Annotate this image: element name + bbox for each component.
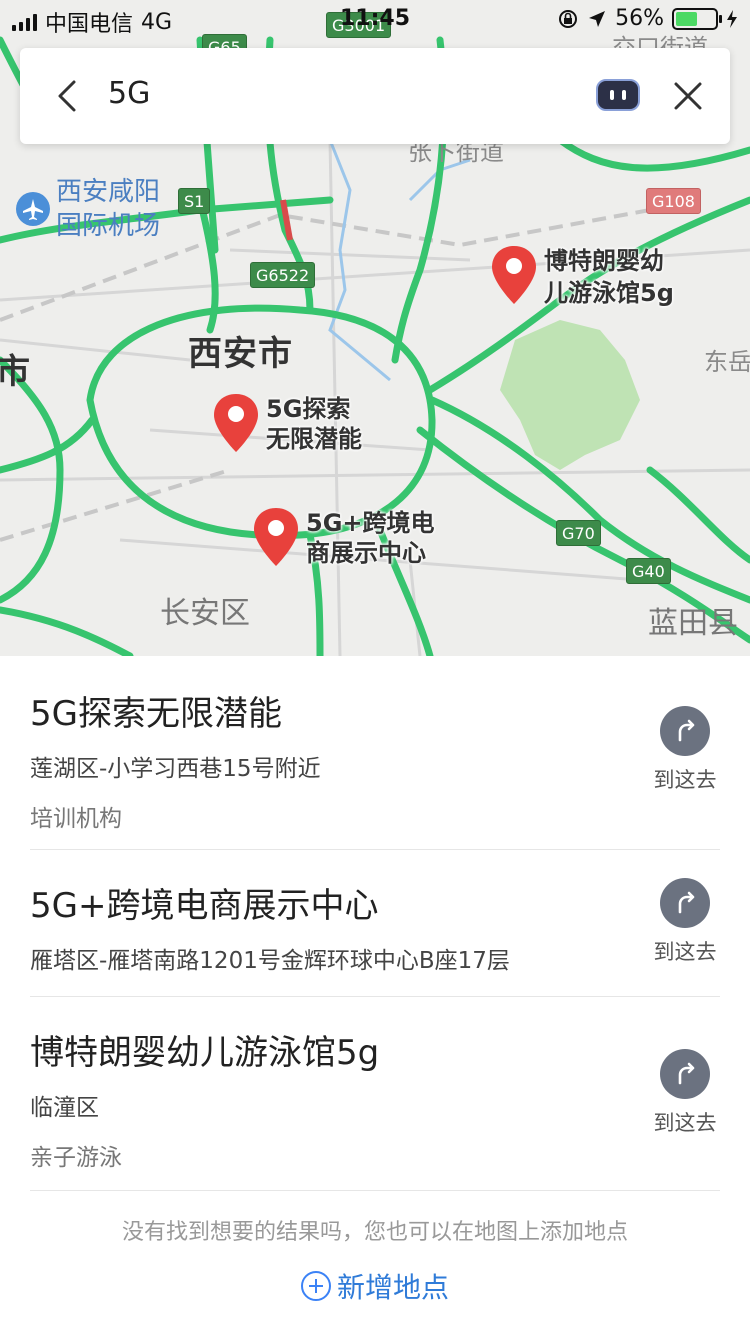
- city-label-partial: 市: [0, 352, 31, 392]
- route-arrow-icon: [660, 706, 710, 756]
- voice-assistant-icon[interactable]: [596, 79, 640, 111]
- battery-icon: [672, 7, 722, 30]
- navigate-label: 到这去: [653, 940, 717, 964]
- add-place-button[interactable]: 新增地点: [0, 1266, 750, 1306]
- result-category: 亲子游泳: [30, 1145, 122, 1171]
- navigate-button[interactable]: 到这去: [652, 706, 718, 794]
- navigate-button[interactable]: 到这去: [652, 1049, 718, 1137]
- result-address: 雁塔区-雁塔南路1201号金辉环球中心B座17层: [30, 948, 510, 974]
- route-arrow-icon: [660, 1049, 710, 1099]
- road-shield-g108: G108: [646, 188, 701, 214]
- map-pin-icon: [254, 508, 298, 566]
- result-item[interactable]: 博特朗婴幼儿游泳馆5g 临潼区 亲子游泳 到这去: [30, 997, 720, 1191]
- charging-bolt-icon: [727, 9, 737, 28]
- navigate-button[interactable]: 到这去: [652, 878, 718, 966]
- airport-name-line2: 国际机场: [56, 211, 161, 241]
- road-shield-s1: S1: [178, 188, 211, 214]
- result-title: 5G+跨境电商展示中心: [30, 886, 379, 926]
- result-category: 培训机构: [30, 806, 122, 832]
- result-item[interactable]: 5G+跨境电商展示中心 雁塔区-雁塔南路1201号金辉环球中心B座17层 到这去: [30, 850, 720, 997]
- map-pin-icon: [214, 394, 258, 452]
- map-pin-label-line1: 博特朗婴幼: [544, 247, 664, 275]
- map-pin-label-line2: 儿游泳馆5g: [544, 279, 674, 307]
- city-label-xian: 西安市: [188, 334, 293, 374]
- map-label-east: 东岳: [704, 348, 750, 376]
- map-pin-label-line1: 5G探索: [266, 395, 351, 423]
- back-arrow-icon[interactable]: [48, 76, 88, 116]
- navigate-label: 到这去: [653, 1111, 717, 1135]
- search-input[interactable]: 5G: [108, 76, 150, 111]
- result-address: 临潼区: [30, 1095, 99, 1121]
- airplane-icon: [16, 192, 50, 226]
- close-icon[interactable]: [668, 76, 708, 116]
- road-shield-g40: G40: [626, 558, 671, 584]
- orientation-lock-icon: [559, 9, 578, 28]
- map-pin-label-line1: 5G+跨境电: [306, 509, 435, 537]
- map-pin-icon: [492, 246, 536, 304]
- road-shield-g6522: G6522: [250, 262, 316, 288]
- add-place-label: 新增地点: [336, 1271, 449, 1304]
- district-label-lantian: 蓝田县: [648, 606, 738, 641]
- result-item[interactable]: 5G探索无限潜能 莲湖区-小学习西巷15号附近 培训机构 到这去: [30, 656, 720, 850]
- result-address: 莲湖区-小学习西巷15号附近: [30, 756, 321, 782]
- plus-circle-icon: [300, 1271, 331, 1301]
- location-arrow-icon: [589, 10, 606, 27]
- map-pin-label-line2: 商展示中心: [306, 539, 426, 567]
- result-title: 5G探索无限潜能: [30, 694, 282, 734]
- park-area: [500, 320, 640, 470]
- district-label-changan: 长安区: [160, 596, 250, 631]
- route-arrow-icon: [660, 878, 710, 928]
- result-title: 博特朗婴幼儿游泳馆5g: [30, 1033, 380, 1073]
- results-list: 5G探索无限潜能 莲湖区-小学习西巷15号附近 培训机构 到这去 5G+跨境电商…: [0, 656, 750, 1191]
- no-result-hint: 没有找到想要的结果吗，您也可以在地图上添加地点: [121, 1220, 628, 1245]
- road-shield-g70: G70: [556, 520, 601, 546]
- battery-percent: 56%: [615, 6, 664, 31]
- navigate-label: 到这去: [653, 768, 717, 792]
- search-bar: 5G: [20, 48, 730, 144]
- map-pin-label-line2: 无限潜能: [266, 425, 362, 453]
- airport-name-line1: 西安咸阳: [56, 177, 161, 207]
- status-bar: 中国电信 4G 11:45 56%: [0, 0, 750, 40]
